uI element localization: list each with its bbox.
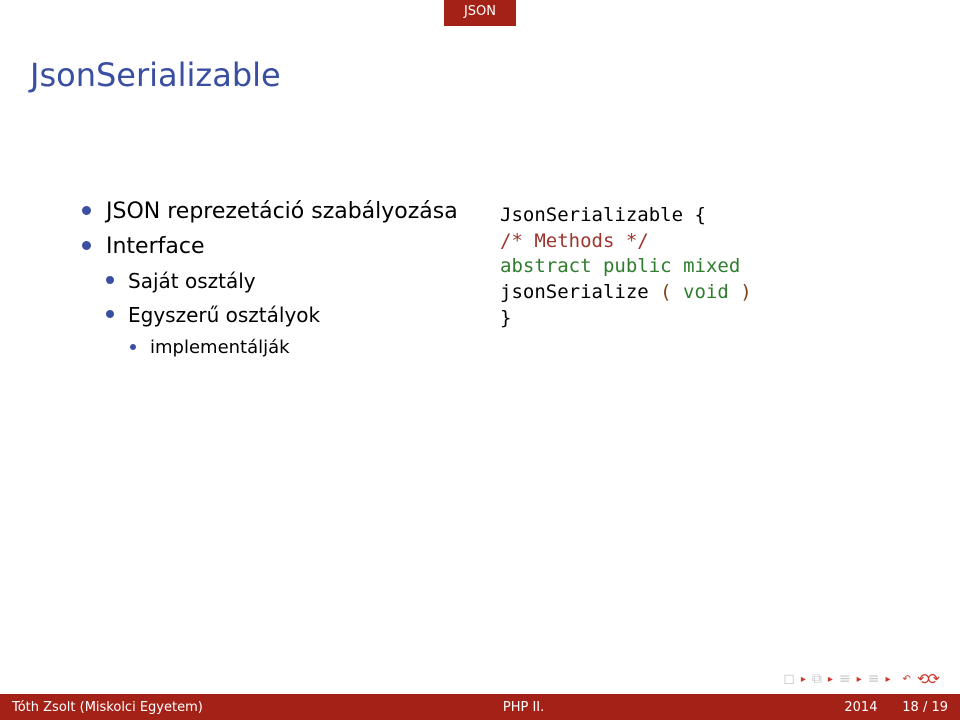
nav-back-icon[interactable]: ↶ <box>902 674 910 685</box>
footer-right: 2014 18 / 19 <box>844 700 948 715</box>
code-brace: } <box>500 307 511 329</box>
nav-prev-icon[interactable]: ▸ <box>801 674 806 685</box>
nav-section-back-icon[interactable]: ≡ <box>839 671 851 687</box>
footer-bar: Tóth Zsolt (Miskolci Egyetem) PHP II. 20… <box>0 694 960 720</box>
slide-body: JsonSerializable JSON reprezetáció szabá… <box>0 56 960 368</box>
bullet-level2: Saját osztály <box>106 269 460 293</box>
code-paren: ) <box>729 281 752 303</box>
nav-next-icon[interactable]: ▸ <box>828 674 833 685</box>
footer-author: Tóth Zsolt (Miskolci Egyetem) <box>12 700 203 715</box>
bullet-level3: implementálják <box>130 337 460 358</box>
slide-title: JsonSerializable <box>30 56 930 94</box>
code-type: mixed <box>683 255 740 277</box>
bullet-level1: Interface <box>82 234 460 259</box>
section-tab-bar: JSON <box>0 0 960 26</box>
code-keyword: abstract <box>500 255 592 277</box>
code-identifier: JsonSerializable <box>500 204 683 226</box>
nav-first-icon[interactable]: ◻ <box>783 671 795 687</box>
code-func: jsonSerialize <box>500 281 649 303</box>
code-comment: /* Methods */ <box>500 230 649 252</box>
right-column: JsonSerializable { /* Methods */ abstrac… <box>500 199 930 368</box>
nav-section-prev-icon[interactable]: ▸ <box>857 674 862 685</box>
bullet-level1: JSON reprezetáció szabályozása <box>82 199 460 224</box>
code-paren: ( <box>649 281 683 303</box>
nav-section-next-icon[interactable]: ▸ <box>885 674 890 685</box>
left-column: JSON reprezetáció szabályozása Interface… <box>30 199 460 368</box>
two-columns: JSON reprezetáció szabályozása Interface… <box>30 199 930 368</box>
footer-year: 2014 <box>844 700 877 715</box>
nav-frame-icon[interactable]: ⧉ <box>812 671 822 687</box>
code-void: void <box>683 281 729 303</box>
footer-title: PHP II. <box>203 700 845 715</box>
code-brace: { <box>683 204 706 226</box>
code-keyword: public <box>603 255 672 277</box>
beamer-nav: ◻ ▸ ⧉ ▸ ≡ ▸ ≡ ▸ ↶ ⟲⟳ <box>783 670 938 688</box>
footer-page: 18 / 19 <box>902 700 948 715</box>
nav-section-fwd-icon[interactable]: ≡ <box>868 671 880 687</box>
section-tab: JSON <box>444 0 516 26</box>
code-block: JsonSerializable { /* Methods */ abstrac… <box>500 203 930 331</box>
nav-loop-icon[interactable]: ⟲⟳ <box>917 670 938 688</box>
bullet-level2: Egyszerű osztályok <box>106 303 460 327</box>
